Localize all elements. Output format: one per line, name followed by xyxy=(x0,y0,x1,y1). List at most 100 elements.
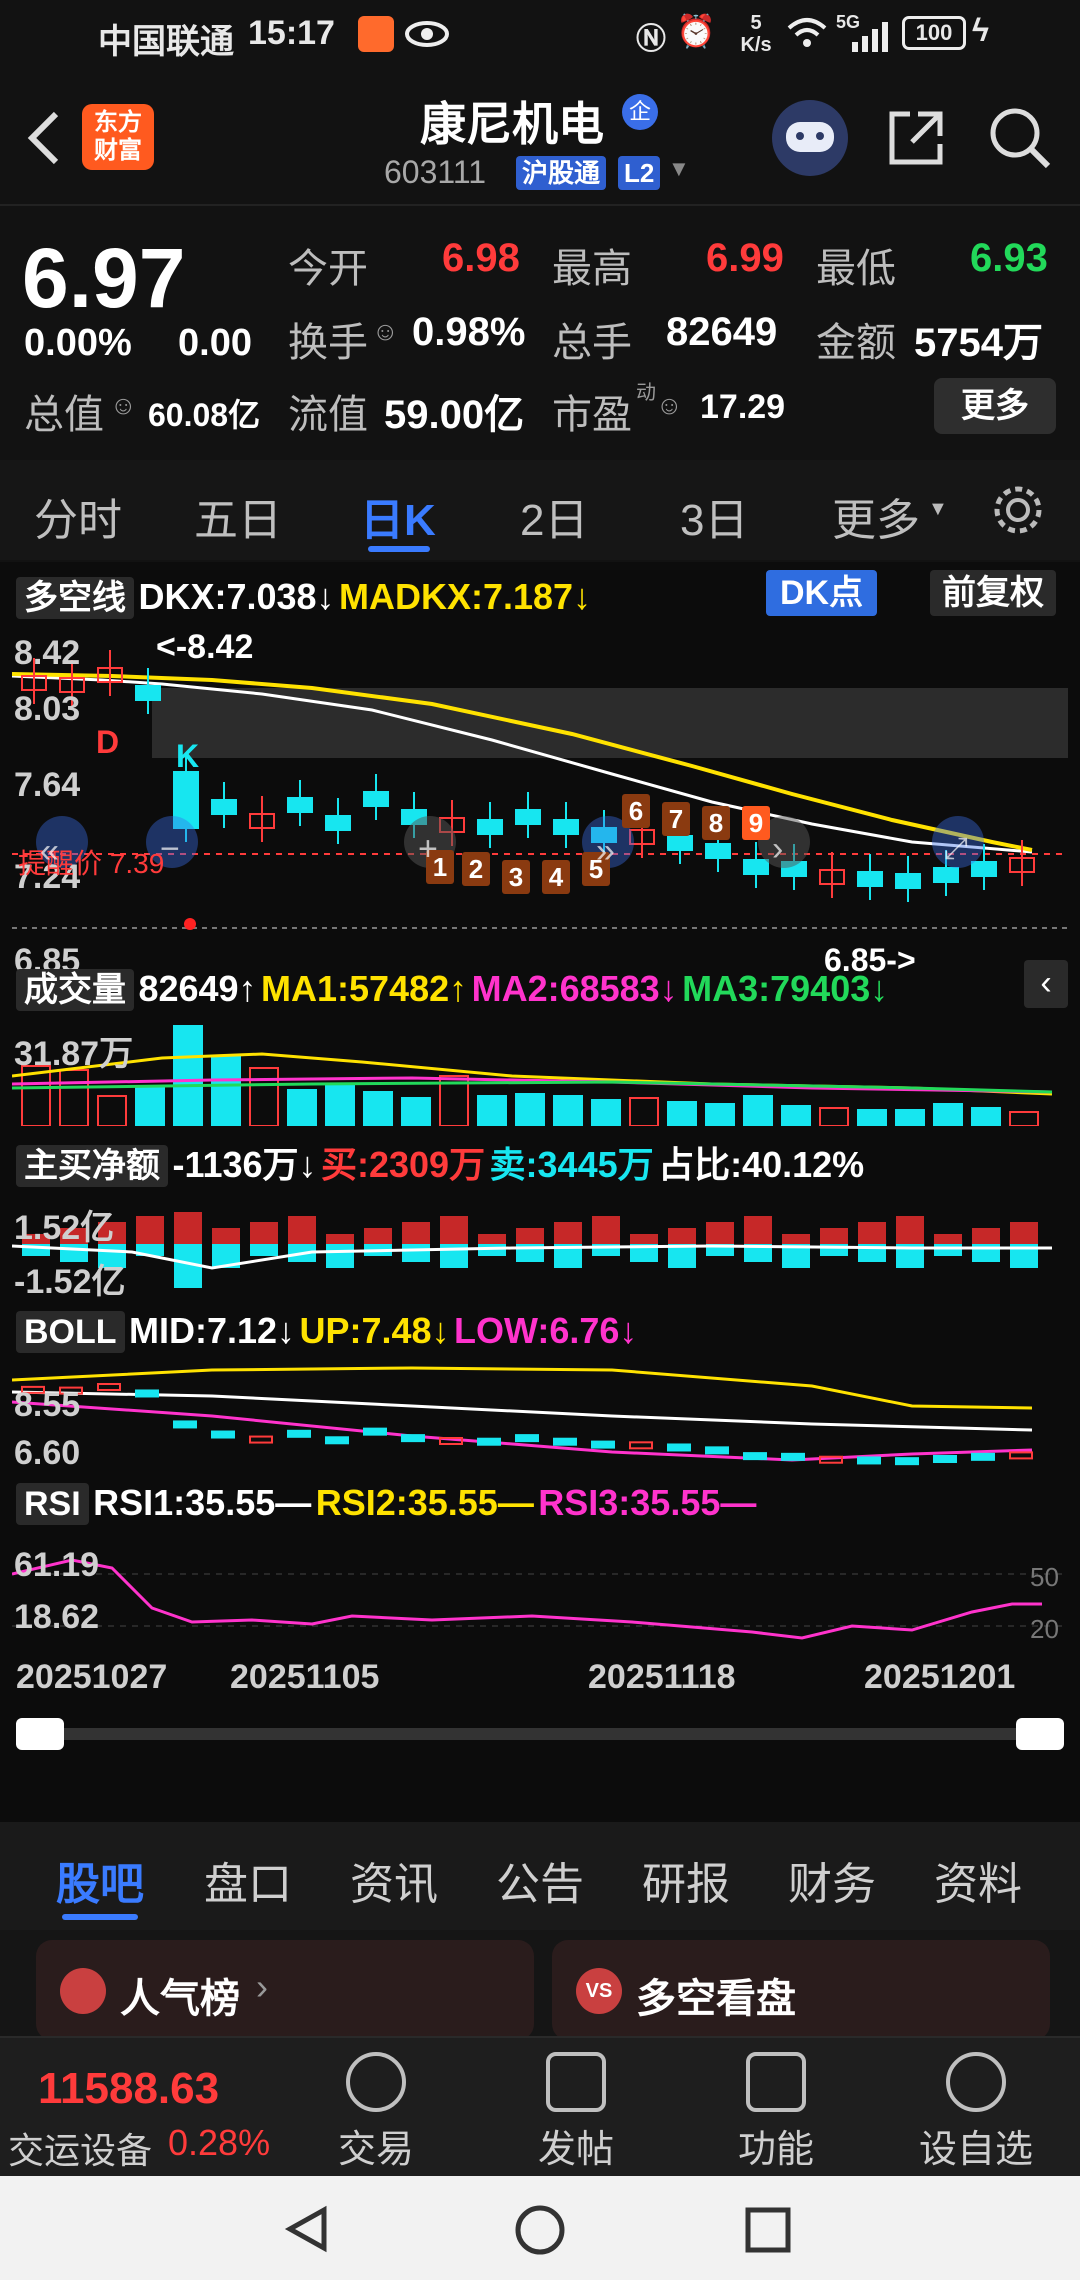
low-value: 6.93 xyxy=(970,236,1048,280)
carrier-label: 中国联通 xyxy=(98,23,234,61)
popularity-card[interactable]: 人气榜 › xyxy=(36,1940,534,2040)
quote-panel: 6.97 0.00% 0.00 今开 6.98 最高 6.99 最低 6.93 … xyxy=(0,204,1080,458)
boll-candle xyxy=(477,1437,501,1446)
wifi-icon xyxy=(787,18,827,47)
scroll-right-fast-icon[interactable]: » xyxy=(596,832,615,871)
td-count-3: 3 xyxy=(502,860,530,894)
netbuy-ratio: 占比:40.12% xyxy=(658,1144,865,1185)
expand-chevron-icon[interactable]: ▼ xyxy=(668,156,690,182)
volume-indicator-selector[interactable]: 成交量 xyxy=(16,969,134,1011)
dk-indicator-selector[interactable]: 多空线 xyxy=(16,577,134,619)
net-speed-value: 5 xyxy=(750,12,762,34)
candle-body xyxy=(553,819,579,835)
gear-icon[interactable] xyxy=(990,482,1046,538)
boll-indicator-selector[interactable]: BOLL xyxy=(16,1311,125,1353)
tab-order-book[interactable]: 盘口 xyxy=(204,1848,292,1912)
tab-more-periods[interactable]: 更多 xyxy=(832,484,920,548)
candle-body xyxy=(325,815,351,831)
netbuy-bar-positive xyxy=(858,1222,886,1244)
netbuy-bar-positive xyxy=(706,1222,734,1244)
mktcap-info-icon[interactable]: ☺ xyxy=(110,390,137,421)
netbuy-bar-positive xyxy=(592,1216,620,1244)
kline-chart-area[interactable]: 多空线 DKX:7.038↓ MADKX:7.187↓ DK点 前复权 8.42… xyxy=(0,562,1080,1822)
yen-circle-icon xyxy=(346,2052,406,2112)
info-icon[interactable]: ☺ xyxy=(372,316,399,347)
more-button[interactable]: 更多 xyxy=(934,378,1056,434)
float-value: 59.00亿 xyxy=(384,393,525,437)
scroll-left-icon[interactable]: « xyxy=(40,832,59,871)
signal-icon xyxy=(852,22,888,52)
logo-line-2: 财富 xyxy=(94,137,142,164)
volume-ma1: MA1:57482↑ xyxy=(261,968,468,1009)
netbuy-bar-positive xyxy=(326,1234,354,1244)
netbuy-bar-positive xyxy=(896,1216,924,1244)
netbuy-bar-negative xyxy=(402,1244,430,1262)
td-count-2: 2 xyxy=(462,852,490,886)
tab-guba[interactable]: 股吧 xyxy=(56,1848,144,1912)
boll-candle xyxy=(971,1452,995,1461)
tab-profile[interactable]: 资料 xyxy=(934,1848,1022,1912)
fullscreen-icon[interactable]: ⤢ xyxy=(944,832,968,866)
change-amount: 0.00 xyxy=(178,322,252,364)
candle-body xyxy=(933,867,959,883)
boll-candle xyxy=(173,1420,197,1429)
post-button[interactable]: 发帖 xyxy=(506,2052,646,2173)
date-label-1: 20251105 xyxy=(230,1658,380,1696)
range-handle-left[interactable] xyxy=(16,1718,64,1750)
chart-range-scrollbar[interactable] xyxy=(16,1728,1064,1740)
zoom-in-icon[interactable]: + xyxy=(418,830,438,869)
robot-assistant-avatar[interactable] xyxy=(772,100,848,176)
netbuy-chart xyxy=(12,1192,1068,1296)
back-triangle-icon[interactable] xyxy=(282,2204,332,2254)
boll-y-top: 8.55 xyxy=(14,1386,81,1424)
tab-daily-k[interactable]: 日K xyxy=(360,484,436,548)
bullbear-card[interactable]: VS 多空看盘 xyxy=(552,1940,1050,2040)
tab-two-day[interactable]: 2日 xyxy=(520,484,588,548)
range-handle-right[interactable] xyxy=(1016,1718,1064,1750)
pe-info-icon[interactable]: ☺ xyxy=(656,390,683,421)
more-periods-chevron-icon: ▼ xyxy=(928,498,948,520)
tab-finance[interactable]: 财务 xyxy=(788,1848,876,1912)
trade-button[interactable]: 交易 xyxy=(306,2052,446,2173)
tab-three-day[interactable]: 3日 xyxy=(680,484,748,548)
recents-square-icon[interactable] xyxy=(744,2206,792,2254)
back-arrow-icon[interactable] xyxy=(24,108,64,168)
kline-main-chart[interactable] xyxy=(12,624,1068,952)
netbuy-indicator-selector[interactable]: 主买净额 xyxy=(16,1145,168,1187)
volume-bar xyxy=(135,1087,165,1126)
boll-candle xyxy=(591,1440,615,1449)
index-name[interactable]: 交运设备 xyxy=(8,2122,152,2174)
tab-research[interactable]: 研报 xyxy=(642,1848,730,1912)
watchlist-button[interactable]: 设自选 xyxy=(906,2052,1046,2173)
candle-body xyxy=(895,873,921,889)
netbuy-bar-positive xyxy=(288,1216,316,1244)
collapse-panel-chevron-icon[interactable]: ‹ xyxy=(1024,960,1068,1008)
k-signal-marker: K xyxy=(176,738,200,774)
adjust-button[interactable]: 前复权 xyxy=(930,570,1056,616)
enterprise-badge: 企 xyxy=(622,94,658,130)
rsi-indicator-selector[interactable]: RSI xyxy=(16,1483,89,1525)
index-value[interactable]: 11588.63 xyxy=(38,2064,219,2114)
volume-label: 总手 xyxy=(552,321,632,365)
zoom-out-icon[interactable]: − xyxy=(160,830,180,869)
open-value: 6.98 xyxy=(442,236,520,280)
share-icon[interactable] xyxy=(884,106,948,170)
netbuy-bar-positive xyxy=(212,1228,240,1244)
boll-candle xyxy=(325,1436,349,1445)
netbuy-bar-positive xyxy=(820,1228,848,1244)
td-count-7: 7 xyxy=(662,802,690,836)
tab-five-day[interactable]: 五日 xyxy=(194,484,282,548)
tab-news[interactable]: 资讯 xyxy=(350,1848,438,1912)
scroll-right-icon[interactable]: › xyxy=(772,830,783,869)
tab-intraday[interactable]: 分时 xyxy=(34,484,122,548)
search-icon[interactable] xyxy=(986,104,1052,170)
more-circle-icon xyxy=(946,2052,1006,2112)
tab-announcements[interactable]: 公告 xyxy=(496,1848,584,1912)
dk-point-button[interactable]: DK点 xyxy=(766,570,878,616)
battery-icon: 100 xyxy=(902,16,966,50)
system-nav-bar xyxy=(0,2176,1080,2280)
boll-candle xyxy=(363,1427,387,1436)
status-bar: 中国联通 15:17 Ⓝ ⏰ 5 K/s 5G 100 ϟ xyxy=(0,0,1080,72)
function-button[interactable]: 功能 xyxy=(706,2052,846,2173)
home-circle-icon[interactable] xyxy=(514,2204,566,2256)
